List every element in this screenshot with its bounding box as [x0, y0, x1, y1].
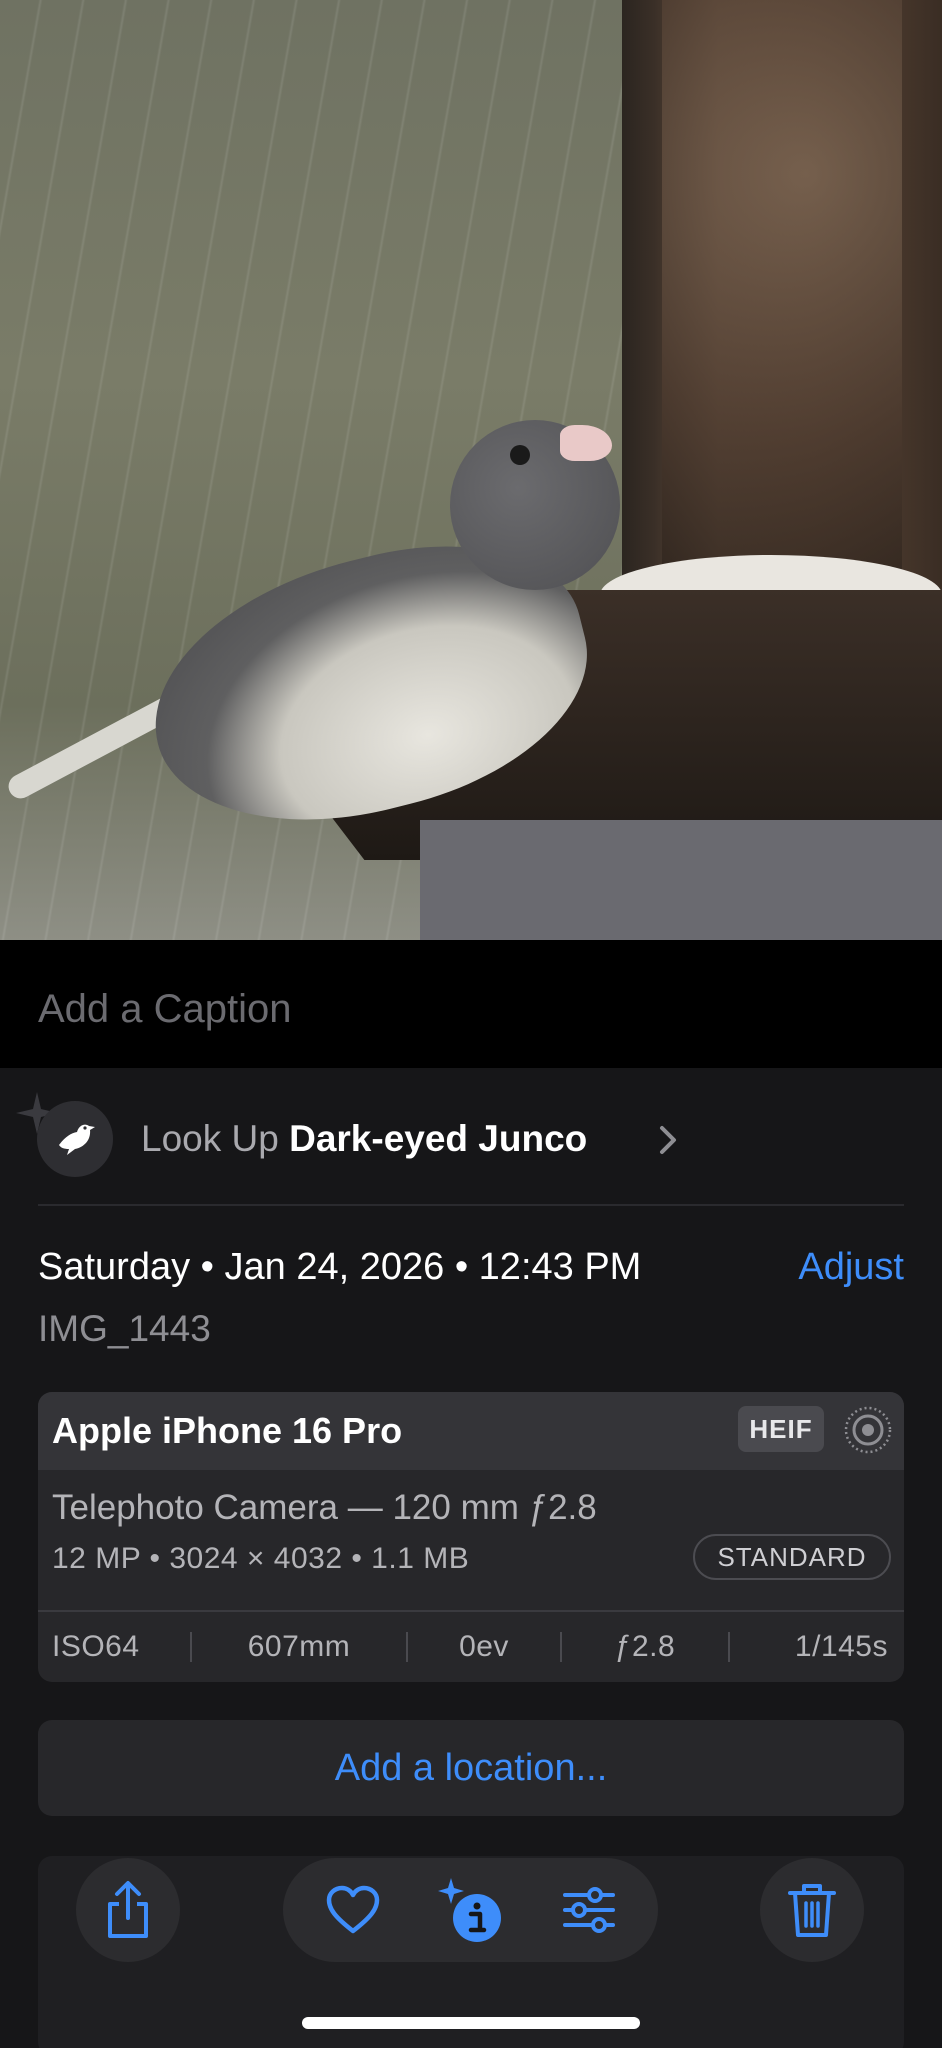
lookup-prefix: Look Up: [141, 1118, 279, 1159]
share-icon: [108, 1881, 148, 1938]
divider: [38, 1204, 904, 1206]
photo-view[interactable]: [0, 0, 942, 940]
info-sparkle-icon: [438, 1878, 501, 1942]
trash-icon: [788, 1884, 836, 1937]
caption-area: [0, 940, 942, 1068]
delete-button[interactable]: [760, 1858, 864, 1962]
sliders-icon: [563, 1887, 615, 1933]
lookup-label: Look Up Dark-eyed Junco: [141, 1118, 587, 1160]
exif-iso: ISO64: [52, 1630, 140, 1663]
bird-icon: [37, 1101, 113, 1177]
exif-row: ISO64 607mm 0ev ƒ2.8 1/145s: [38, 1612, 904, 1682]
file-name: IMG_1443: [38, 1308, 211, 1349]
chevron-right-icon: [660, 1126, 676, 1154]
info-button[interactable]: [421, 1858, 521, 1962]
capture-date: Saturday • Jan 24, 2026 • 12:43 PM: [38, 1246, 642, 1288]
image-specs: 12 MP • 3024 × 4032 • 1.1 MB: [52, 1542, 470, 1575]
visual-lookup-row[interactable]: Look Up Dark-eyed Junco: [0, 1068, 942, 1204]
bottom-toolbar: [0, 1858, 942, 1968]
lens-info: Telephoto Camera — 120 mm ƒ2.8: [52, 1488, 597, 1527]
feeder-base: [420, 820, 942, 940]
lookup-species: Dark-eyed Junco: [289, 1118, 588, 1159]
camera-header: Apple iPhone 16 Pro HEIF: [38, 1392, 904, 1470]
edit-button[interactable]: [539, 1858, 639, 1962]
exif-exposure-value: 0ev: [459, 1630, 509, 1663]
format-badge: HEIF: [738, 1406, 824, 1452]
exif-aperture: ƒ2.8: [614, 1630, 676, 1663]
exif-focal-length: 607mm: [247, 1630, 351, 1663]
caption-input[interactable]: [38, 984, 898, 1034]
device-name: Apple iPhone 16 Pro: [52, 1410, 403, 1451]
toolbar-group: [283, 1858, 658, 1962]
bird-eye: [510, 445, 530, 465]
bird-feeder: [622, 0, 942, 600]
mode-badge: STANDARD: [693, 1534, 891, 1580]
live-photo-icon[interactable]: [842, 1404, 894, 1456]
camera-info-card: Apple iPhone 16 Pro HEIF Telephoto Camer…: [38, 1392, 904, 1682]
add-location-button[interactable]: Add a location...: [38, 1720, 904, 1816]
heart-icon: [326, 1885, 380, 1934]
exif-shutter-speed: 1/145s: [794, 1630, 888, 1663]
share-button[interactable]: [76, 1858, 180, 1962]
adjust-date-button[interactable]: Adjust: [798, 1246, 904, 1289]
favorite-button[interactable]: [303, 1858, 403, 1962]
home-indicator[interactable]: [302, 2017, 640, 2029]
